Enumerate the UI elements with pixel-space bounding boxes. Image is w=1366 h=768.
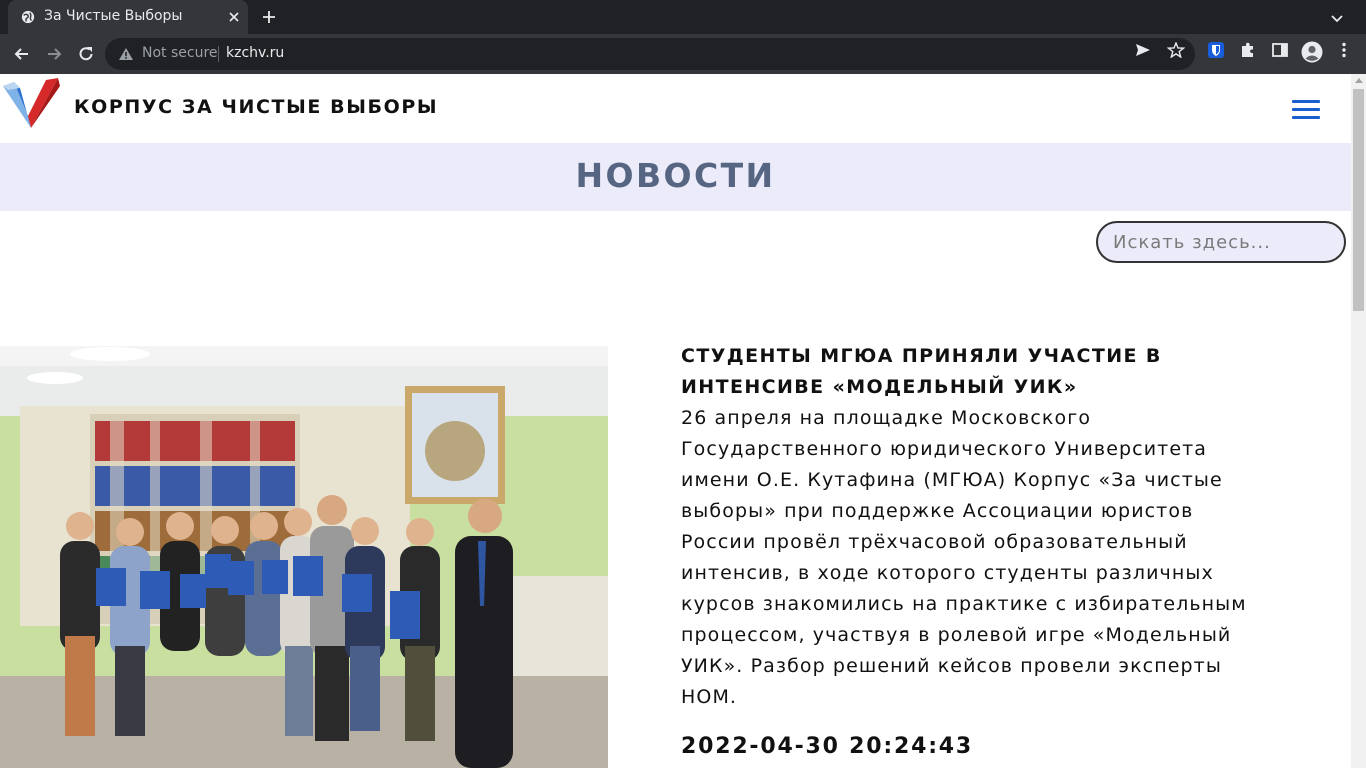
article-body-line: НОМ. xyxy=(681,686,738,708)
security-status[interactable]: Not secure xyxy=(142,45,218,61)
page-title-band: НОВОСТИ xyxy=(0,143,1351,211)
close-icon[interactable] xyxy=(226,9,242,25)
scroll-up-arrow-icon[interactable] xyxy=(1355,78,1363,83)
logo-icon[interactable] xyxy=(0,76,62,130)
site-header: КОРПУС ЗА ЧИСТЫЕ ВЫБОРЫ xyxy=(0,74,1351,143)
article-body-line: Государственного юридического Университе… xyxy=(681,438,1208,460)
address-bar[interactable]: Not secure kzchv.ru xyxy=(105,38,1195,70)
puzzle-icon[interactable] xyxy=(1239,42,1257,58)
chevron-down-icon[interactable] xyxy=(1328,9,1346,27)
article-body-line: 26 апреля на площадке Московского xyxy=(681,407,1092,429)
url-text[interactable]: kzchv.ru xyxy=(226,45,284,61)
send-icon[interactable] xyxy=(1134,42,1152,58)
article-body-line: имени О.Е. Кутафина (МГЮА) Корпус «За чи… xyxy=(681,469,1223,491)
article-body-line: процессом, участвуя в ролевой игре «Моде… xyxy=(681,624,1232,646)
menu-icon[interactable] xyxy=(1292,98,1322,120)
separator xyxy=(218,46,219,62)
article-title-line[interactable]: ИНТЕНСИВЕ «МОДЕЛЬНЫЙ УИК» xyxy=(681,372,1241,403)
site-title[interactable]: КОРПУС ЗА ЧИСТЫЕ ВЫБОРЫ xyxy=(74,96,438,118)
page-scrollbar[interactable] xyxy=(1351,74,1366,768)
bitwarden-icon[interactable] xyxy=(1207,42,1225,58)
forward-icon[interactable] xyxy=(44,44,64,64)
search-input[interactable] xyxy=(1096,221,1346,263)
profile-icon[interactable] xyxy=(1301,41,1323,63)
article-body-line: интенсив, в ходе которого студенты разли… xyxy=(681,562,1214,584)
article-body-line: УИК». Разбор решений кейсов провели эксп… xyxy=(681,655,1222,677)
article-title-line[interactable]: СТУДЕНТЫ МГЮА ПРИНЯЛИ УЧАСТИЕ В xyxy=(681,341,1241,372)
article-image[interactable] xyxy=(0,346,608,768)
more-icon[interactable] xyxy=(1335,42,1353,58)
browser-tab-strip: За Чистые Выборы xyxy=(0,0,1366,34)
tab-title: За Чистые Выборы xyxy=(44,8,183,24)
article-summary: 26 апреля на площадке Московского Госуда… xyxy=(681,403,1271,713)
web-page: КОРПУС ЗА ЧИСТЫЕ ВЫБОРЫ НОВОСТИ Искать з… xyxy=(0,74,1351,768)
article-title[interactable]: СТУДЕНТЫ МГЮА ПРИНЯЛИ УЧАСТИЕ В ИНТЕНСИВ… xyxy=(681,341,1241,403)
page-title: НОВОСТИ xyxy=(575,156,776,195)
sidepanel-icon[interactable] xyxy=(1271,42,1289,58)
star-icon[interactable] xyxy=(1167,42,1185,58)
article-body-line: выборы» при поддержке Ассоциации юристов xyxy=(681,500,1194,522)
scrollbar-thumb[interactable] xyxy=(1353,89,1364,311)
browser-tab[interactable]: За Чистые Выборы xyxy=(8,0,248,34)
article-body-line: курсов знакомились на практике с избират… xyxy=(681,593,1247,615)
warning-icon[interactable] xyxy=(118,47,134,61)
back-icon[interactable] xyxy=(12,44,32,64)
article-body-line: России провёл трёхчасовой образовательны… xyxy=(681,531,1188,553)
reload-icon[interactable] xyxy=(76,44,96,64)
browser-toolbar: Not secure kzchv.ru xyxy=(0,34,1366,74)
plus-icon[interactable] xyxy=(260,8,278,26)
article-date: 2022-04-30 20:24:43 xyxy=(681,734,974,759)
globe-icon xyxy=(21,10,35,24)
